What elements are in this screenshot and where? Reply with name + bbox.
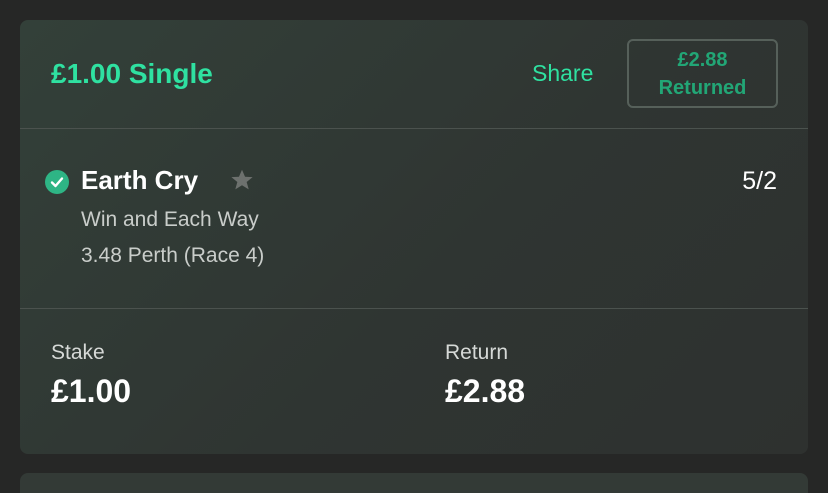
stake-value: £1.00 xyxy=(51,373,132,409)
bet-title: £1.00 Single xyxy=(51,58,213,89)
returned-label: Returned xyxy=(658,76,747,99)
event-name: 3.48 Perth (Race 4) xyxy=(81,244,265,267)
returned-amount: £2.88 xyxy=(677,48,728,71)
stake-label: Stake xyxy=(51,341,105,364)
check-circle-icon xyxy=(45,170,69,194)
bet-summary: Stake £1.00 Return £2.88 xyxy=(20,310,808,454)
star-icon[interactable] xyxy=(229,167,255,193)
selection-row: Earth Cry 5/2 Win and Each Way 3.48 Pert… xyxy=(20,129,808,309)
runner-name: Earth Cry xyxy=(81,165,199,195)
bet-card: £1.00 Single Share £2.88 Returned Earth … xyxy=(20,20,808,454)
return-label: Return xyxy=(445,341,509,364)
odds-value: 5/2 xyxy=(742,167,777,195)
market-type: Win and Each Way xyxy=(81,208,259,231)
return-value: £2.88 xyxy=(445,373,526,409)
returned-badge[interactable]: £2.88 Returned xyxy=(627,39,778,108)
next-bet-card xyxy=(20,473,808,493)
bet-card-header: £1.00 Single Share £2.88 Returned xyxy=(20,20,808,129)
share-button[interactable]: Share xyxy=(532,60,593,87)
